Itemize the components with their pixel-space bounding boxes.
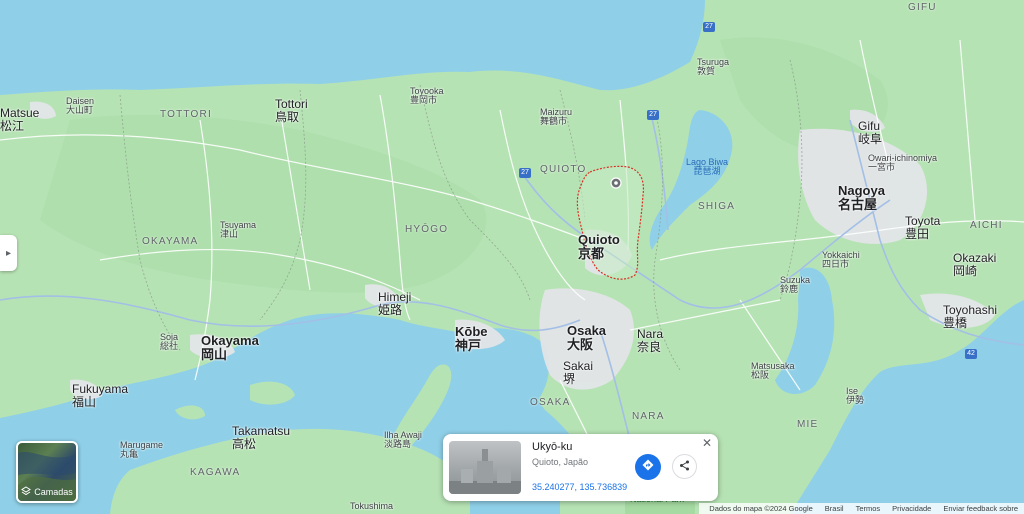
place-photo[interactable] xyxy=(449,441,521,494)
route-shield-27-b: 27 xyxy=(519,168,531,178)
close-icon: ✕ xyxy=(701,436,713,450)
place-info-card[interactable]: Ukyō-ku Quioto, Japão 35.240277, 135.736… xyxy=(443,434,718,501)
route-shield-42: 42 xyxy=(965,349,977,359)
map-attribution: Dados do mapa ©2024 Google xyxy=(709,504,813,513)
region-link[interactable]: Brasil xyxy=(819,504,850,513)
directions-button[interactable] xyxy=(635,454,661,480)
route-shield-27-a: 27 xyxy=(647,110,659,120)
place-pin-icon xyxy=(610,177,622,189)
share-icon xyxy=(679,458,690,476)
terms-link[interactable]: Termos xyxy=(850,504,887,513)
directions-icon xyxy=(642,458,654,476)
layers-icon xyxy=(21,486,32,498)
map-footer: Dados do mapa ©2024 Google Brasil Termos… xyxy=(699,503,1024,514)
place-title: Ukyō-ku xyxy=(532,441,573,453)
place-subtitle: Quioto, Japão xyxy=(532,457,589,467)
privacy-link[interactable]: Privacidade xyxy=(886,504,937,513)
place-coordinates[interactable]: 35.240277, 135.736839 xyxy=(532,482,627,492)
layers-label: Camadas xyxy=(34,487,73,497)
feedback-link[interactable]: Enviar feedback sobre xyxy=(937,504,1024,513)
expand-side-panel-button[interactable]: ▸ xyxy=(0,235,17,271)
route-shield-27-c: 27 xyxy=(703,22,715,32)
layers-button[interactable]: Camadas xyxy=(16,441,78,503)
close-card-button[interactable]: ✕ xyxy=(700,436,714,450)
share-button[interactable] xyxy=(672,454,697,479)
chevron-right-icon: ▸ xyxy=(5,247,12,259)
